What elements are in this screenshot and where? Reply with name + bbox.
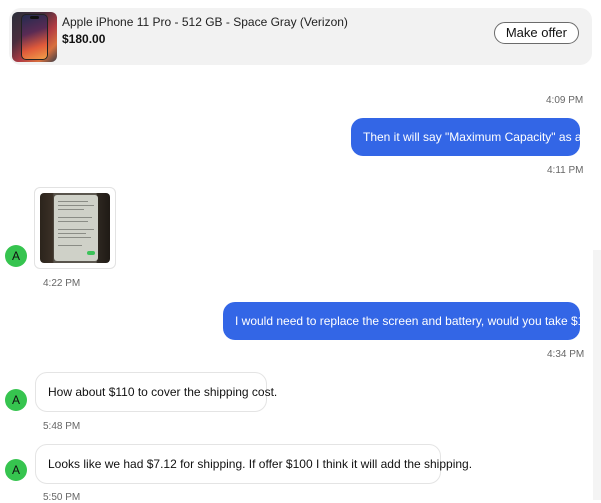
incoming-message: Looks like we had $7.12 for shipping. If…	[35, 444, 472, 484]
photo-attachment[interactable]	[34, 187, 116, 269]
photo-text-line	[58, 233, 86, 234]
photo-text-line	[58, 205, 94, 206]
battery-screenshot-photo	[40, 193, 110, 263]
photo-text-line	[58, 221, 88, 222]
incoming-message: How about $110 to cover the shipping cos…	[35, 372, 277, 412]
photo-text-line	[58, 209, 84, 210]
outgoing-message: Then it will say "Maximum Capacity" as a…	[351, 118, 596, 156]
outgoing-message: I would need to replace the screen and b…	[223, 302, 601, 340]
make-offer-button[interactable]: Make offer	[493, 22, 579, 44]
photo-text-line	[58, 201, 88, 202]
message-timestamp: 5:50 PM	[43, 492, 81, 503]
scrollbar[interactable]	[593, 250, 601, 500]
listing-price: $180.00	[62, 32, 106, 46]
message-timestamp: 4:11 PM	[547, 165, 584, 176]
message-timestamp: 4:09 PM	[546, 95, 584, 106]
avatar[interactable]: A	[5, 459, 27, 481]
photo-text-line	[58, 237, 91, 238]
photo-text-line	[58, 217, 92, 218]
message-timestamp: 5:48 PM	[43, 421, 81, 432]
photo-text-line	[58, 229, 94, 230]
message-timestamp: 4:34 PM	[547, 349, 585, 360]
photo-toggle	[87, 251, 95, 255]
message-timestamp: 4:22 PM	[43, 278, 81, 289]
photo-text-line	[58, 245, 82, 246]
avatar[interactable]: A	[5, 245, 27, 267]
photo-screen	[54, 195, 98, 261]
listing-title[interactable]: Apple iPhone 11 Pro - 512 GB - Space Gra…	[62, 15, 348, 29]
listing-card[interactable]: Apple iPhone 11 Pro - 512 GB - Space Gra…	[9, 8, 592, 65]
listing-thumbnail[interactable]	[12, 12, 57, 62]
avatar[interactable]: A	[5, 389, 27, 411]
phone-image	[21, 14, 48, 60]
